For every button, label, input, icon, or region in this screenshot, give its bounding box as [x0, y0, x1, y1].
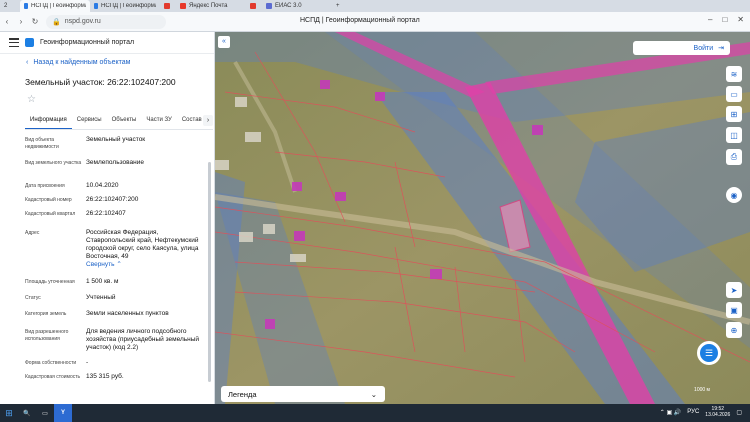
- search-icon[interactable]: 🔍: [18, 404, 36, 422]
- language-indicator[interactable]: РУС: [687, 409, 699, 415]
- browser-tab-1[interactable]: НСПД | Геоинформационный портал: [20, 0, 90, 12]
- property-row: Вид объекта недвижимости Земельный участо…: [25, 136, 146, 150]
- info-icon[interactable]: ◫: [726, 127, 742, 143]
- property-row: Категория земель Земли населенных пунктов: [25, 310, 169, 317]
- browser-tab-2[interactable]: НСПД | Геоинформационный портал: [90, 0, 160, 12]
- back-to-results-link[interactable]: ‹ Назад к найденным объектам: [26, 59, 130, 66]
- collapse-address-link[interactable]: Свернуть ⌃: [86, 261, 207, 269]
- tab-services[interactable]: Сервисы: [72, 112, 107, 129]
- site-icon: [266, 3, 272, 9]
- print-icon[interactable]: ⎙: [726, 149, 742, 165]
- site-icon: [164, 3, 170, 9]
- menu-icon[interactable]: [9, 38, 19, 47]
- property-row: Вид земельного участка Землепользование: [25, 159, 144, 166]
- portal-header: Геоинформационный портал: [0, 32, 214, 54]
- satellite-map[interactable]: [215, 32, 750, 404]
- browser-tab-5[interactable]: [246, 0, 262, 12]
- chevron-left-icon: ‹: [26, 59, 29, 66]
- browser-tab-4[interactable]: Яндекс Почта: [176, 0, 246, 12]
- task-view-icon[interactable]: ▭: [36, 404, 54, 422]
- portal-logo-icon: [25, 38, 34, 47]
- parcel-title: Земельный участок: 26:22:102407:200: [25, 77, 176, 87]
- zoom-icon[interactable]: ⊕: [726, 322, 742, 338]
- property-row: Кадастровый номер 26:22:102407:200: [25, 196, 139, 203]
- property-row: Кадастровый квартал 26:22:102407: [25, 210, 126, 217]
- map-mode-icon[interactable]: ▣: [726, 302, 742, 318]
- property-row: Дата присвоения 10.04.2020: [25, 182, 119, 189]
- maximize-icon[interactable]: □: [722, 15, 727, 24]
- select-icon[interactable]: ⊞: [726, 106, 742, 122]
- address-bar: ‹ › ↻ 🔒 nspd.gov.ru НСПД | Геоинформацио…: [0, 12, 750, 32]
- new-tab-button[interactable]: +: [332, 0, 344, 12]
- tray-icons[interactable]: ⌃ ▣ 🔊: [660, 409, 682, 416]
- layers-icon[interactable]: ≋: [726, 66, 742, 82]
- locate-icon[interactable]: ➤: [726, 282, 742, 298]
- yandex-mail-icon: [180, 3, 186, 9]
- windows-start-icon[interactable]: ⊞: [0, 404, 18, 422]
- property-row: Кадастровая стоимость 135 315 руб.: [25, 373, 124, 380]
- page-title: НСПД | Геоинформационный портал: [300, 17, 420, 24]
- measure-icon[interactable]: ▭: [726, 86, 742, 102]
- map-view[interactable]: « Войти ⇥ ≋ ▭ ⊞ ◫ ⎙ ◉ ➤ ▣ ⊕ ☰ Легенда ⌄ …: [215, 32, 750, 404]
- tab-count[interactable]: 2: [0, 0, 20, 12]
- tab-info[interactable]: Информация: [25, 112, 72, 129]
- window-controls: – □ ✕: [708, 15, 744, 24]
- browser-tab-bar: 2 НСПД | Геоинформационный портал НСПД |…: [0, 0, 750, 12]
- windows-taskbar: ⊞ 🔍 ▭ Y ⌃ ▣ 🔊 РУС 19:52 13.04.2026 ▢: [0, 404, 750, 422]
- sidebar-scrollbar[interactable]: [208, 162, 211, 382]
- info-tabs: Информация Сервисы Объекты Части ЗУ Сост…: [25, 112, 213, 130]
- url-field[interactable]: 🔒 nspd.gov.ru: [46, 14, 166, 29]
- lock-icon: 🔒: [52, 18, 61, 26]
- legend-dropdown[interactable]: Легенда ⌄: [221, 386, 385, 402]
- info-sidebar: Геоинформационный портал ‹ Назад к найде…: [0, 32, 215, 404]
- feedback-icon[interactable]: ◉: [726, 187, 742, 203]
- tab-objects[interactable]: Объекты: [107, 112, 142, 129]
- forward-icon[interactable]: ›: [14, 17, 28, 26]
- reload-icon[interactable]: ↻: [28, 17, 42, 26]
- back-icon[interactable]: ‹: [0, 17, 14, 26]
- chevron-up-icon: ⌃: [116, 261, 122, 268]
- site-icon: [250, 3, 256, 9]
- system-tray: ⌃ ▣ 🔊 РУС 19:52 13.04.2026 ▢: [660, 406, 742, 418]
- property-list: Вид объекта недвижимости Земельный участо…: [25, 136, 207, 391]
- clock[interactable]: 19:52 13.04.2026: [705, 406, 730, 418]
- site-icon: [94, 3, 98, 9]
- site-icon: [24, 3, 28, 9]
- notification-icon[interactable]: ▢: [736, 409, 742, 416]
- chat-icon[interactable]: ☰: [697, 341, 721, 365]
- property-row: Площадь уточненная 1 500 кв. м: [25, 278, 119, 285]
- tabs-scroll-right-icon[interactable]: ›: [203, 115, 213, 126]
- chevron-down-icon: ⌄: [370, 389, 377, 399]
- close-icon[interactable]: ✕: [737, 15, 744, 24]
- tab-parts[interactable]: Части ЗУ: [141, 112, 176, 129]
- login-button[interactable]: Войти ⇥: [633, 41, 730, 55]
- favorite-star-icon[interactable]: ☆: [27, 94, 36, 105]
- browser-tab-3[interactable]: [160, 0, 176, 12]
- browser-tab-6[interactable]: ЕИАС 3.0: [262, 0, 332, 12]
- property-row: Адрес Российская Федерация, Ставропольск…: [25, 229, 207, 278]
- collapse-sidebar-button[interactable]: «: [218, 36, 230, 48]
- property-row: Форма собственности -: [25, 359, 89, 366]
- login-icon: ⇥: [718, 45, 724, 52]
- scale-label: 1000 м: [694, 387, 710, 393]
- property-row: Вид разрешенного использования Для ведени…: [25, 328, 200, 351]
- minimize-icon[interactable]: –: [708, 15, 712, 24]
- yandex-browser-icon[interactable]: Y: [54, 404, 72, 422]
- property-row: Статус Учтенный: [25, 294, 116, 301]
